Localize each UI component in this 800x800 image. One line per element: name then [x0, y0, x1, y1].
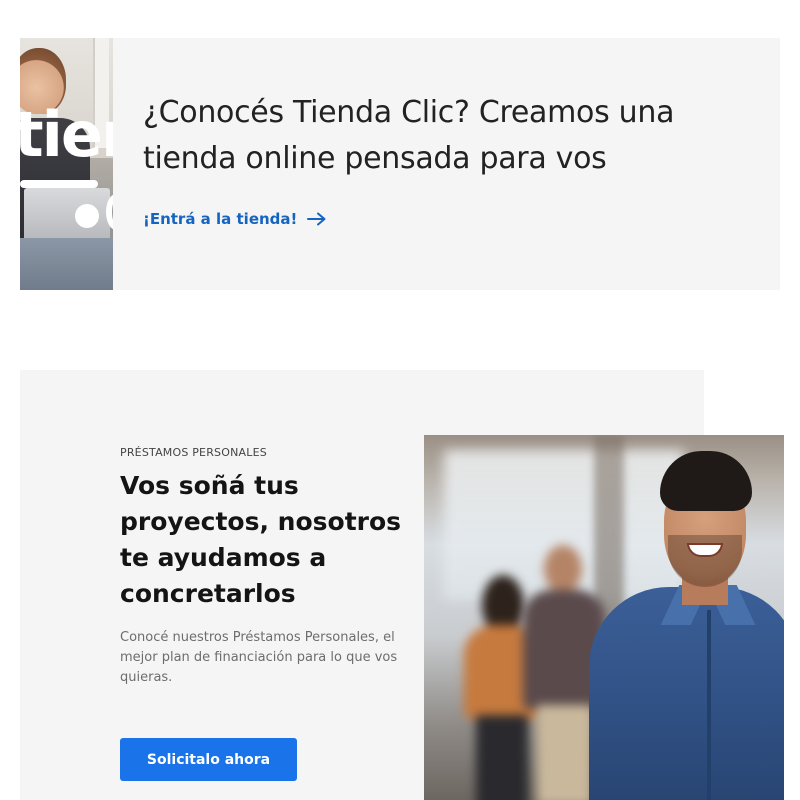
loans-description: Conocé nuestros Préstamos Personales, el…: [120, 630, 398, 685]
enter-store-link-label: ¡Entrá a la tienda!: [143, 210, 298, 228]
banner-photo-jeans: [20, 238, 113, 290]
photo-man-shirt-placket: [707, 610, 711, 800]
tienda-clic-logo-text: tien: [20, 98, 113, 171]
store-promo-banner: tien ¿Conocés Tienda Clic? Creamos una t…: [20, 38, 780, 290]
loans-hero-photo: [424, 435, 784, 800]
store-banner-title: ¿Conocés Tienda Clic? Creamos una tienda…: [143, 95, 675, 176]
loans-eyebrow: PRÉSTAMOS PERSONALES: [120, 446, 267, 459]
photo-man-hair: [660, 451, 752, 511]
arrow-right-icon: [307, 212, 327, 226]
page: tien ¿Conocés Tienda Clic? Creamos una t…: [0, 0, 800, 800]
enter-store-link[interactable]: ¡Entrá a la tienda!: [143, 210, 327, 228]
loans-title: Vos soñá tus proyectos, nosotros te ayud…: [120, 471, 402, 608]
tienda-clic-logo-bar: [20, 180, 98, 188]
store-banner-image: tien: [20, 38, 113, 290]
photo-bg-man-legs: [537, 705, 592, 800]
photo-bg-man-head: [544, 545, 582, 593]
tienda-clic-logo-dot: [75, 204, 99, 228]
request-loan-button[interactable]: Solicitalo ahora: [120, 738, 297, 781]
